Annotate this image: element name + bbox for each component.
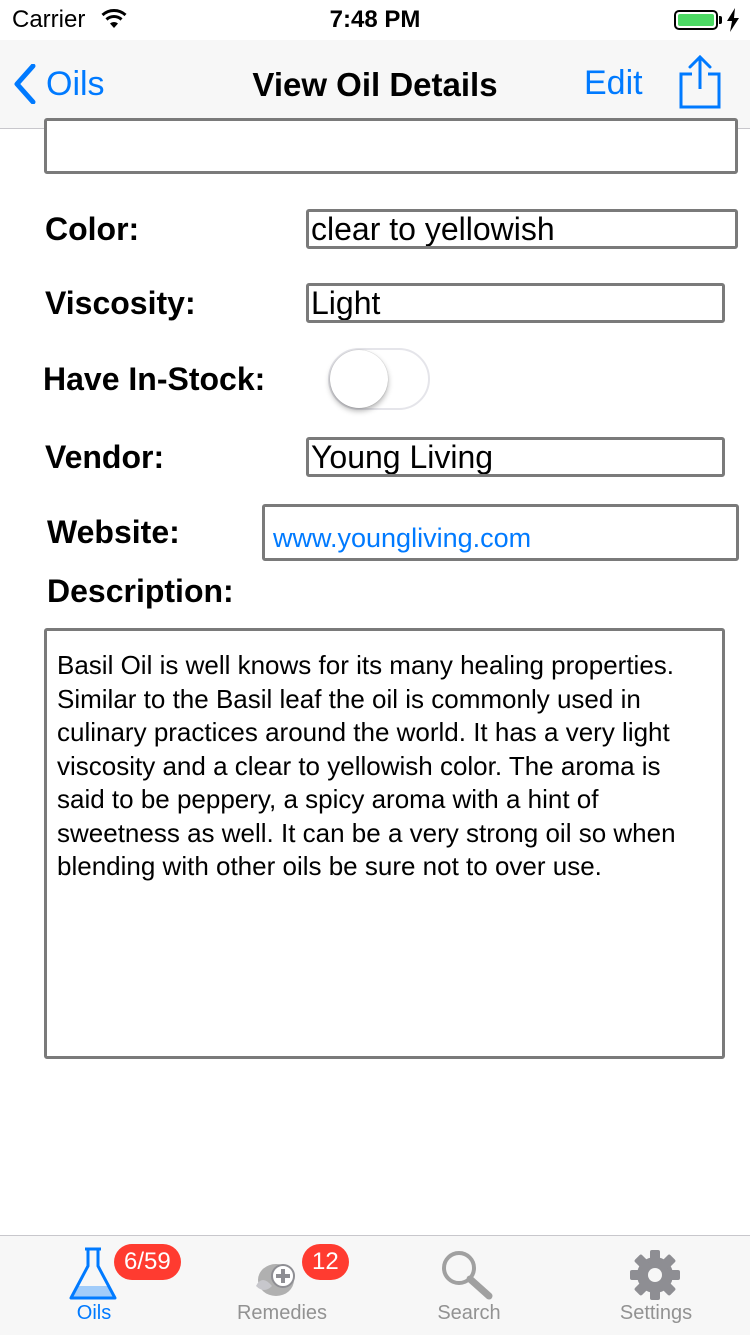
vendor-field[interactable]: Young Living — [306, 437, 725, 477]
navigation-bar: Oils View Oil Details Edit — [0, 40, 750, 129]
tab-search-label: Search — [437, 1302, 501, 1324]
color-field[interactable]: clear to yellowish — [306, 209, 738, 249]
battery-nub — [719, 16, 722, 24]
tab-remedies-label: Remedies — [236, 1302, 328, 1324]
description-textarea[interactable]: Basil Oil is well knows for its many hea… — [44, 628, 725, 1059]
tab-remedies[interactable]: 12 Remedies — [188, 1236, 376, 1335]
website-field[interactable]: www.youngliving.com — [262, 504, 739, 561]
battery-icon — [674, 10, 718, 30]
edit-button[interactable]: Edit — [584, 64, 643, 103]
viscosity-label: Viscosity: — [45, 285, 196, 321]
tab-oils[interactable]: 6/59 Oils — [0, 1236, 188, 1335]
vendor-label: Vendor: — [45, 439, 165, 475]
website-label: Website: — [47, 514, 180, 550]
color-label: Color: — [45, 211, 140, 247]
search-icon — [442, 1251, 493, 1300]
status-bar: Carrier 7:48 PM — [0, 0, 750, 40]
remedies-icon — [256, 1264, 295, 1296]
charging-icon — [727, 8, 739, 32]
website-link[interactable]: www.youngliving.com — [273, 523, 531, 554]
in-stock-label: Have In-Stock: — [43, 361, 266, 397]
share-icon[interactable] — [678, 54, 722, 110]
gear-icon — [630, 1250, 680, 1300]
clock: 7:48 PM — [329, 6, 421, 33]
tab-search[interactable]: Search — [375, 1236, 563, 1335]
tab-settings-label: Settings — [619, 1302, 693, 1324]
previous-field-box[interactable] — [44, 118, 738, 174]
tab-bar: 6/59 Oils 12 Remedies Search Settings — [0, 1235, 750, 1335]
description-label: Description: — [47, 573, 234, 609]
tab-oils-label: Oils — [76, 1302, 112, 1324]
tab-settings[interactable]: Settings — [562, 1236, 750, 1335]
remedies-badge: 12 — [302, 1244, 349, 1280]
toggle-knob — [330, 350, 388, 408]
viscosity-field[interactable]: Light — [306, 283, 725, 323]
in-stock-toggle[interactable] — [328, 348, 430, 410]
oils-badge: 6/59 — [114, 1244, 181, 1280]
flask-icon — [69, 1247, 117, 1300]
